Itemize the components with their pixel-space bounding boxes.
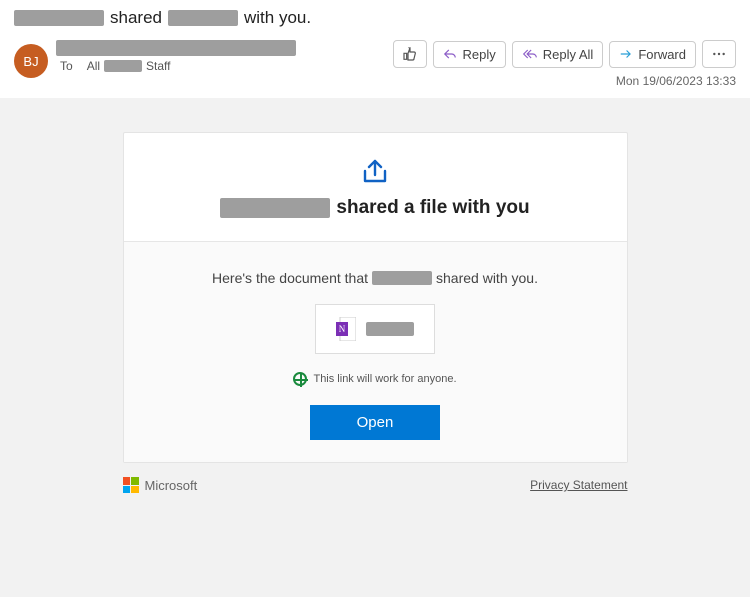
redacted-sender-subject (14, 10, 104, 26)
open-button-label: Open (357, 414, 394, 431)
redacted-sharer-title (220, 198, 330, 218)
redacted-object-subject (168, 10, 238, 26)
more-icon (711, 46, 727, 62)
redacted-sharer-inline (372, 271, 432, 285)
to-after: Staff (146, 59, 170, 73)
to-before: All (87, 59, 100, 73)
svg-text:N: N (339, 324, 346, 334)
file-attachment[interactable]: N (315, 304, 435, 354)
redacted-group (104, 60, 142, 72)
avatar-initials: BJ (23, 54, 38, 69)
subject-text-prefix: shared (110, 8, 162, 28)
reply-button[interactable]: Reply (433, 41, 505, 68)
redacted-sender-name (56, 40, 296, 56)
recipients-line: To All Staff (56, 59, 385, 73)
share-sentence: Here's the document that shared with you… (212, 270, 538, 286)
subject-text-suffix: with you. (244, 8, 311, 28)
redacted-filename (366, 322, 414, 336)
privacy-link[interactable]: Privacy Statement (530, 478, 627, 492)
more-actions-button[interactable] (702, 40, 736, 68)
reply-label: Reply (462, 47, 495, 62)
microsoft-logo: Microsoft (123, 477, 198, 493)
card-footer: Microsoft Privacy Statement (123, 477, 628, 493)
share-sentence-after: shared with you. (436, 270, 538, 286)
share-card: shared a file with you Here's the docume… (123, 132, 628, 463)
microsoft-logo-icon (123, 477, 139, 493)
sender-block: To All Staff (56, 40, 385, 73)
email-actions: Reply Reply All Forward (393, 40, 736, 68)
forward-label: Forward (638, 47, 686, 62)
reply-all-icon (522, 47, 538, 61)
forward-button[interactable]: Forward (609, 41, 696, 68)
share-title: shared a file with you (220, 197, 529, 219)
share-title-text: shared a file with you (336, 197, 529, 219)
reply-icon (443, 47, 457, 61)
onenote-file-icon: N (336, 317, 356, 341)
share-icon (359, 157, 391, 187)
email-timestamp: Mon 19/06/2023 13:33 (616, 74, 736, 88)
like-button[interactable] (393, 40, 427, 68)
share-sentence-before: Here's the document that (212, 270, 368, 286)
forward-icon (619, 47, 633, 61)
globe-icon (293, 372, 307, 386)
avatar: BJ (14, 44, 48, 78)
email-body: shared a file with you Here's the docume… (0, 98, 750, 597)
link-permission-note: This link will work for anyone. (293, 372, 456, 386)
open-button[interactable]: Open (310, 405, 440, 440)
reply-all-button[interactable]: Reply All (512, 41, 604, 68)
to-label: To (60, 59, 73, 73)
reply-all-label: Reply All (543, 47, 594, 62)
microsoft-text: Microsoft (145, 478, 198, 493)
thumbs-up-icon (402, 46, 418, 62)
email-subject: shared with you. (14, 8, 736, 28)
link-note-text: This link will work for anyone. (313, 373, 456, 385)
email-header: shared with you. BJ To All Staff (0, 0, 750, 98)
